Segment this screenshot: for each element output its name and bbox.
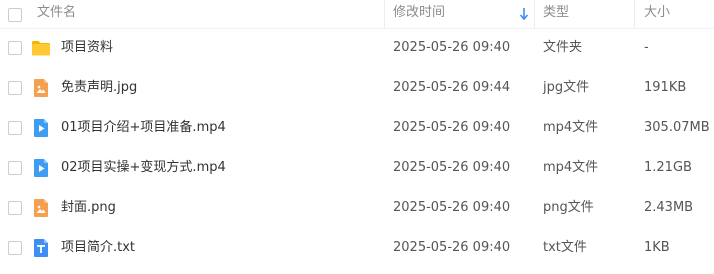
video-file-icon bbox=[34, 119, 48, 137]
folder-icon bbox=[32, 41, 50, 56]
file-size: 2.43MB bbox=[644, 200, 694, 215]
file-name[interactable]: 免责声明.jpg bbox=[61, 68, 137, 108]
file-list-table: 文件名 修改时间 类型 大小 项目资料 2025-05-26 09:40 文件夹… bbox=[0, 0, 714, 274]
file-name[interactable]: 02项目实操+变现方式.mp4 bbox=[61, 148, 226, 188]
row-checkbox[interactable] bbox=[8, 81, 22, 95]
file-type: mp4文件 bbox=[543, 160, 599, 175]
file-size: 191KB bbox=[644, 80, 687, 95]
file-modified-time: 2025-05-26 09:40 bbox=[393, 40, 511, 55]
column-header-modified[interactable]: 修改时间 bbox=[393, 0, 445, 28]
file-type: jpg文件 bbox=[543, 80, 590, 95]
file-name[interactable]: 项目资料 bbox=[61, 28, 113, 68]
file-name[interactable]: 01项目介绍+项目准备.mp4 bbox=[61, 108, 226, 148]
file-type: mp4文件 bbox=[543, 120, 599, 135]
table-row[interactable]: 项目资料 2025-05-26 09:40 文件夹 - bbox=[0, 28, 714, 68]
file-type: png文件 bbox=[543, 200, 594, 215]
sort-descending-icon[interactable] bbox=[519, 7, 529, 21]
file-modified-time: 2025-05-26 09:40 bbox=[393, 120, 511, 135]
column-header-name[interactable]: 文件名 bbox=[37, 0, 76, 28]
column-divider bbox=[384, 0, 385, 28]
file-name[interactable]: 封面.png bbox=[61, 188, 116, 228]
image-file-icon bbox=[34, 79, 48, 97]
table-row[interactable]: 01项目介绍+项目准备.mp4 2025-05-26 09:40 mp4文件 3… bbox=[0, 108, 714, 148]
file-modified-time: 2025-05-26 09:40 bbox=[393, 160, 511, 175]
table-row[interactable]: 免责声明.jpg 2025-05-26 09:44 jpg文件 191KB bbox=[0, 68, 714, 108]
row-checkbox[interactable] bbox=[8, 161, 22, 175]
file-size: 1KB bbox=[644, 240, 670, 255]
row-checkbox[interactable] bbox=[8, 41, 22, 55]
column-header-type[interactable]: 类型 bbox=[543, 0, 569, 28]
table-row[interactable]: 02项目实操+变现方式.mp4 2025-05-26 09:40 mp4文件 1… bbox=[0, 148, 714, 188]
file-modified-time: 2025-05-26 09:40 bbox=[393, 240, 511, 255]
file-size: 1.21GB bbox=[644, 160, 692, 175]
column-divider bbox=[534, 0, 535, 28]
file-name[interactable]: 项目简介.txt bbox=[61, 228, 135, 268]
select-all-checkbox[interactable] bbox=[8, 8, 22, 22]
table-header: 文件名 修改时间 类型 大小 bbox=[0, 0, 714, 29]
file-type: 文件夹 bbox=[543, 40, 583, 55]
table-row[interactable]: 项目简介.txt 2025-05-26 09:40 txt文件 1KB bbox=[0, 228, 714, 268]
text-file-icon bbox=[34, 239, 48, 257]
column-divider bbox=[634, 0, 635, 28]
file-modified-time: 2025-05-26 09:40 bbox=[393, 200, 511, 215]
table-row[interactable]: 封面.png 2025-05-26 09:40 png文件 2.43MB bbox=[0, 188, 714, 228]
file-type: txt文件 bbox=[543, 240, 587, 255]
image-file-icon bbox=[34, 199, 48, 217]
video-file-icon bbox=[34, 159, 48, 177]
row-checkbox[interactable] bbox=[8, 201, 22, 215]
file-size: - bbox=[644, 40, 649, 55]
row-checkbox[interactable] bbox=[8, 121, 22, 135]
file-modified-time: 2025-05-26 09:44 bbox=[393, 80, 511, 95]
row-checkbox[interactable] bbox=[8, 241, 22, 255]
column-header-size[interactable]: 大小 bbox=[644, 0, 670, 28]
file-size: 305.07MB bbox=[644, 120, 710, 135]
